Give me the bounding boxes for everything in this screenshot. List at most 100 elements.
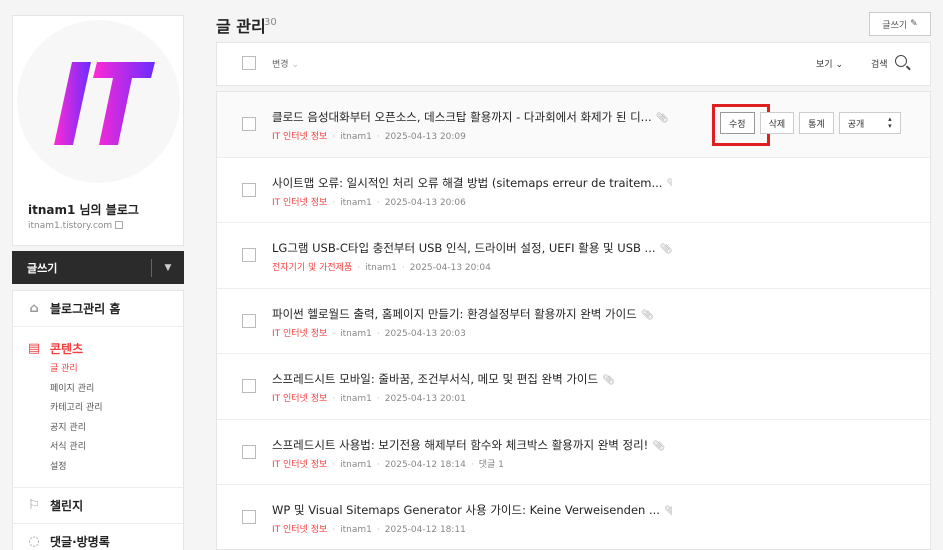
post-meta: IT 인터넷 정보 · itnam1 · 2025-04-12 18:11 xyxy=(272,522,466,535)
chevron-down-icon: ⌄ xyxy=(291,60,299,70)
post-list: 클로드 음성대화부터 오픈소스, 데스크탑 활용까지 - 다과회에서 화제가 된… xyxy=(216,91,931,550)
post-category[interactable]: IT 인터넷 정보 xyxy=(272,132,327,142)
post-row[interactable]: 스프레드시트 모바일: 줄바꿈, 조건부서식, 메모 및 편집 완벽 가이드 📎︎… xyxy=(217,354,930,420)
view-label: 보기 xyxy=(816,60,833,70)
sidebar-item-home[interactable]: ⌂ 블로그관리 홈 xyxy=(13,291,183,327)
post-row[interactable]: 스프레드시트 사용법: 보기전용 해제부터 함수와 체크박스 활용까지 완벽 정… xyxy=(217,420,930,485)
post-date: 2025-04-13 20:06 xyxy=(384,197,466,208)
post-date: 2025-04-13 20:04 xyxy=(409,263,491,273)
separator: · xyxy=(357,263,361,273)
attachment-icon: 📎︎ xyxy=(640,309,654,321)
post-row[interactable]: 사이트맵 오류: 일시적인 처리 오류 해결 방법 (sitemaps erre… xyxy=(217,158,930,223)
row-checkbox[interactable] xyxy=(242,379,256,393)
blog-name[interactable]: itnam1 님의 블로그 xyxy=(28,201,139,218)
list-toolbar: 변경 ⌄ 보기 ⌄ 검색 xyxy=(216,42,931,86)
separator: · xyxy=(376,459,380,470)
separator: · xyxy=(332,197,336,208)
submenu-item-posts[interactable]: 글 관리 xyxy=(50,360,183,380)
post-title[interactable]: 사이트맵 오류: 일시적인 처리 오류 해결 방법 (sitemaps erre… xyxy=(272,175,672,191)
post-category[interactable]: IT 인터넷 정보 xyxy=(272,198,327,208)
sidebar-menu: ⌂ 블로그관리 홈 ▤ 콘텐츠 글 관리 페이지 관리 카테고리 관리 공지 관… xyxy=(12,290,184,550)
pencil-icon: ✎ xyxy=(910,19,918,29)
post-category[interactable]: 전자기기 및 가전제품 xyxy=(272,263,352,273)
post-author: itnam1 xyxy=(340,525,372,535)
post-meta: IT 인터넷 정보 · itnam1 · 2025-04-13 20:06 xyxy=(272,195,466,208)
post-title-text[interactable]: LG그램 USB-C타입 충전부터 USB 인식, 드라이버 설정, UEFI … xyxy=(272,241,656,255)
blog-logo[interactable] xyxy=(17,20,180,183)
delete-button[interactable]: 삭제 xyxy=(759,112,795,134)
post-meta: IT 인터넷 정보 · itnam1 · 2025-04-13 20:01 xyxy=(272,391,466,404)
submenu-item-categories[interactable]: 카테고리 관리 xyxy=(50,399,183,419)
row-checkbox[interactable] xyxy=(242,117,256,131)
post-comments[interactable]: 댓글 1 xyxy=(479,460,504,470)
post-title[interactable]: WP 및 Visual Sitemaps Generator 사용 가이드: K… xyxy=(272,502,672,518)
separator: · xyxy=(376,197,380,208)
post-category[interactable]: IT 인터넷 정보 xyxy=(272,460,327,470)
search-icon[interactable] xyxy=(895,55,907,67)
separator: · xyxy=(470,459,474,470)
row-checkbox[interactable] xyxy=(242,248,256,262)
profile-card: itnam1 님의 블로그 itnam1.tistory.com xyxy=(12,15,184,246)
separator: · xyxy=(401,263,405,273)
write-button-label[interactable]: 글쓰기 xyxy=(27,260,151,276)
submenu-item-templates[interactable]: 서식 관리 xyxy=(50,438,183,458)
post-date: 2025-04-12 18:11 xyxy=(384,525,466,535)
visibility-select[interactable]: 공개 ▴ ▾ xyxy=(838,112,901,134)
post-row[interactable]: 클로드 음성대화부터 오픈소스, 데스크탑 활용까지 - 다과회에서 화제가 된… xyxy=(217,92,930,158)
select-all-checkbox[interactable] xyxy=(242,56,256,70)
post-title-text[interactable]: 파이썬 헬로월드 출력, 홈페이지 만들기: 환경설정부터 활용까지 완벽 가이… xyxy=(272,307,637,321)
write-button[interactable]: 글쓰기 ▼ xyxy=(12,251,184,284)
external-link-icon[interactable] xyxy=(115,221,124,229)
view-dropdown[interactable]: 보기 ⌄ xyxy=(816,57,843,70)
post-category[interactable]: IT 인터넷 정보 xyxy=(272,329,327,339)
separator: · xyxy=(376,328,380,339)
post-meta: IT 인터넷 정보 · itnam1 · 2025-04-13 20:09 xyxy=(272,129,466,142)
change-dropdown[interactable]: 변경 ⌄ xyxy=(272,57,299,70)
post-title-text[interactable]: 스프레드시트 사용법: 보기전용 해제부터 함수와 체크박스 활용까지 완벽 정… xyxy=(272,438,648,452)
new-post-button[interactable]: 글쓰기 ✎ xyxy=(869,12,931,36)
post-author: itnam1 xyxy=(340,394,372,404)
post-row[interactable]: 파이썬 헬로월드 출력, 홈페이지 만들기: 환경설정부터 활용까지 완벽 가이… xyxy=(217,289,930,354)
post-title[interactable]: 파이썬 헬로월드 출력, 홈페이지 만들기: 환경설정부터 활용까지 완벽 가이… xyxy=(272,306,653,322)
post-row[interactable]: LG그램 USB-C타입 충전부터 USB 인식, 드라이버 설정, UEFI … xyxy=(217,223,930,289)
post-title-text[interactable]: 클로드 음성대화부터 오픈소스, 데스크탑 활용까지 - 다과회에서 화제가 된… xyxy=(272,110,652,124)
search-button[interactable]: 검색 xyxy=(871,57,888,70)
row-checkbox[interactable] xyxy=(242,182,256,197)
comment-icon: ◌ xyxy=(28,534,40,549)
post-author: itnam1 xyxy=(340,328,372,339)
sidebar-section-content: ▤ 콘텐츠 글 관리 페이지 관리 카테고리 관리 공지 관리 서식 관리 설정 xyxy=(13,327,183,488)
post-title[interactable]: 스프레드시트 사용법: 보기전용 해제부터 함수와 체크박스 활용까지 완벽 정… xyxy=(272,437,665,453)
select-arrows-icon: ▴ ▾ xyxy=(888,115,892,130)
edit-button[interactable]: 수정 xyxy=(720,112,755,134)
attachment-icon: 📎︎ xyxy=(664,506,672,517)
submenu-item-settings[interactable]: 설정 xyxy=(50,458,183,478)
sidebar-item-challenge[interactable]: ⚐ 챌린지 xyxy=(13,488,183,524)
blog-url[interactable]: itnam1.tistory.com xyxy=(28,221,124,231)
stats-button[interactable]: 통계 xyxy=(799,112,834,134)
blog-url-text[interactable]: itnam1.tistory.com xyxy=(28,221,112,231)
post-title[interactable]: 클로드 음성대화부터 오픈소스, 데스크탑 활용까지 - 다과회에서 화제가 된… xyxy=(272,109,668,125)
post-title-text[interactable]: 사이트맵 오류: 일시적인 처리 오류 해결 방법 (sitemaps erre… xyxy=(272,176,662,190)
page-title: 글 관리 xyxy=(216,17,266,36)
sidebar-item-comments[interactable]: ◌ 댓글·방명록 xyxy=(13,524,183,550)
post-author: itnam1 xyxy=(340,132,372,142)
post-date: 2025-04-13 20:03 xyxy=(384,328,466,339)
post-title[interactable]: LG그램 USB-C타입 충전부터 USB 인식, 드라이버 설정, UEFI … xyxy=(272,240,672,256)
post-row[interactable]: WP 및 Visual Sitemaps Generator 사용 가이드: K… xyxy=(217,485,930,549)
sidebar-item-content[interactable]: ▤ 콘텐츠 xyxy=(13,339,183,357)
post-meta: IT 인터넷 정보 · itnam1 · 2025-04-13 20:03 xyxy=(272,326,466,339)
attachment-icon: 📎︎ xyxy=(602,375,615,386)
row-checkbox[interactable] xyxy=(242,313,256,328)
submenu-item-notices[interactable]: 공지 관리 xyxy=(50,419,183,439)
row-checkbox[interactable] xyxy=(242,510,256,524)
post-category[interactable]: IT 인터넷 정보 xyxy=(272,394,327,404)
post-title[interactable]: 스프레드시트 모바일: 줄바꿈, 조건부서식, 메모 및 편집 완벽 가이드 📎︎ xyxy=(272,371,615,387)
chevron-down-icon[interactable]: ▼ xyxy=(152,263,184,273)
post-title-text[interactable]: WP 및 Visual Sitemaps Generator 사용 가이드: K… xyxy=(272,503,660,517)
post-category[interactable]: IT 인터넷 정보 xyxy=(272,525,327,535)
post-title-text[interactable]: 스프레드시트 모바일: 줄바꿈, 조건부서식, 메모 및 편집 완벽 가이드 xyxy=(272,372,598,386)
submenu-item-pages[interactable]: 페이지 관리 xyxy=(50,380,183,400)
sidebar-item-label: 블로그관리 홈 xyxy=(50,302,121,316)
row-checkbox[interactable] xyxy=(242,444,256,459)
post-date: 2025-04-12 18:14 xyxy=(384,459,466,470)
